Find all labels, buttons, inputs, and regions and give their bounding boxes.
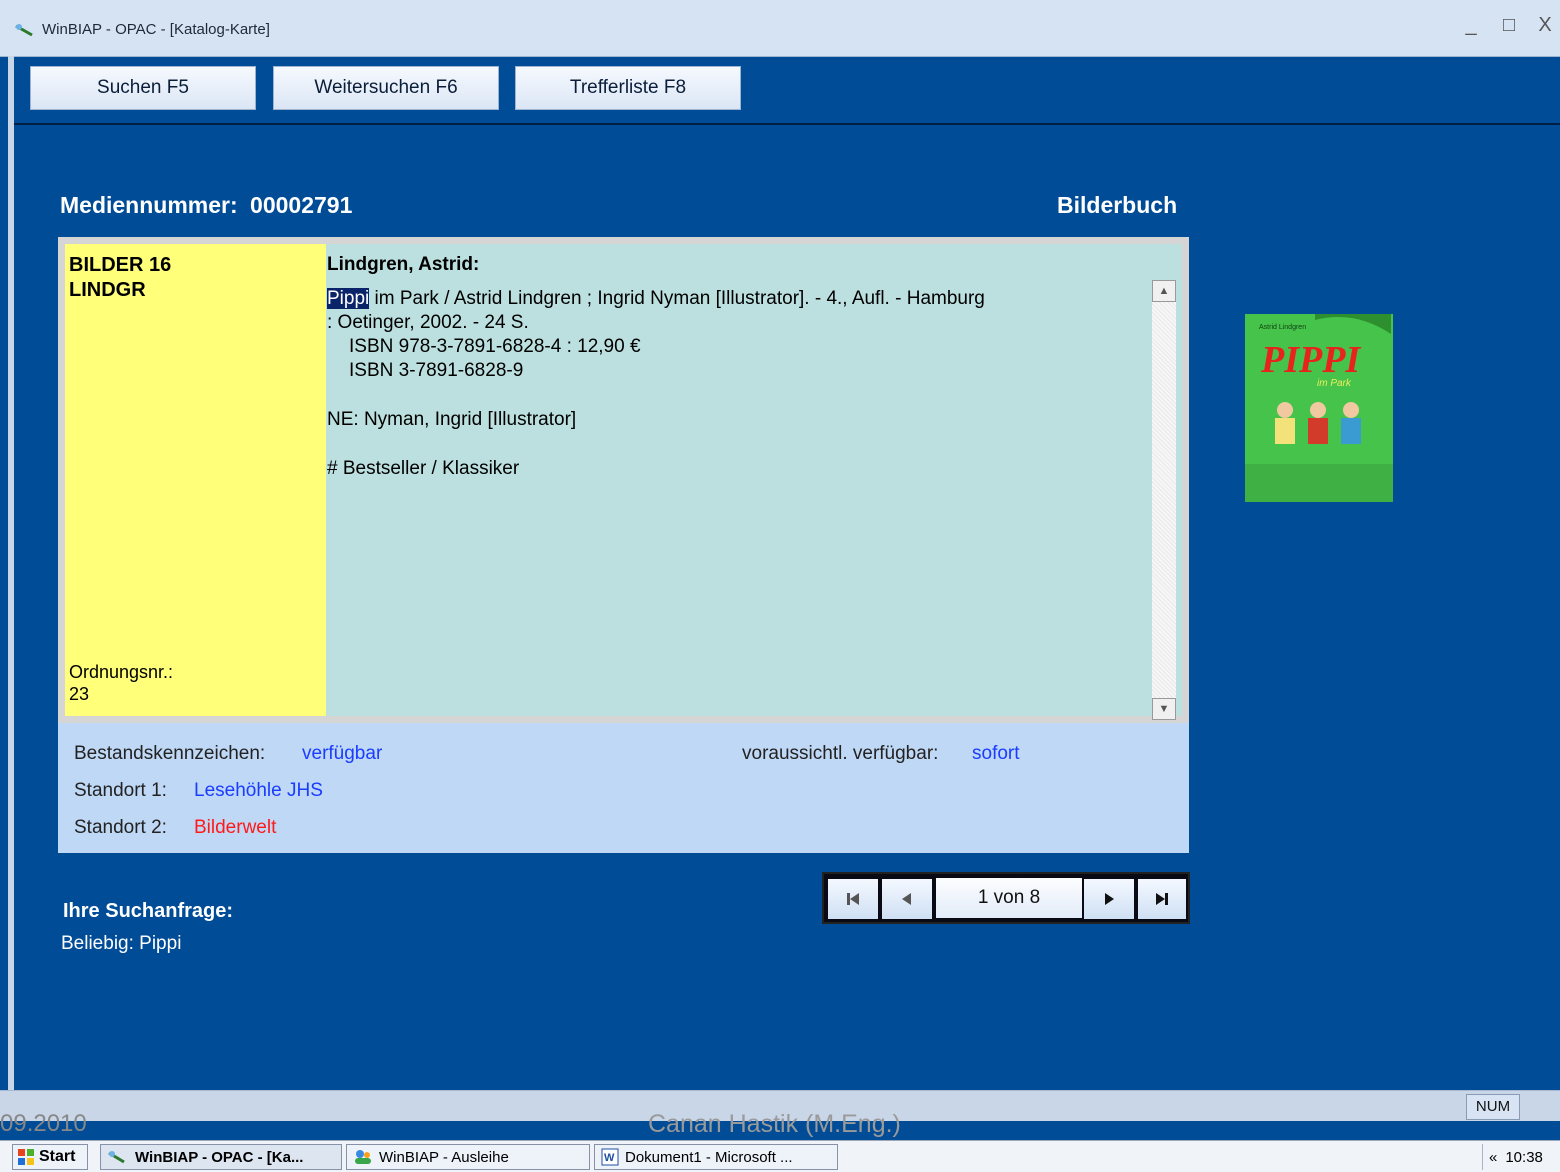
expected-value: sofort [972, 743, 1020, 764]
location-1-label: Standort 1: [74, 780, 167, 801]
media-type: Bilderbuch [1057, 192, 1178, 218]
cover-title: PIPPI [1260, 339, 1361, 381]
opac-app-icon [108, 1151, 125, 1164]
availability-panel: Bestandskennzeichen: verfügbar voraussic… [58, 723, 1189, 853]
start-button[interactable]: Start [12, 1144, 88, 1170]
location-1-value: Lesehöhle JHS [194, 780, 323, 801]
scroll-down-icon[interactable]: ▼ [1152, 698, 1176, 720]
task-ausleihe-label: WinBIAP - Ausleihe [379, 1148, 509, 1166]
start-label: Start [39, 1148, 76, 1165]
cover-illustration: PIPPI Astrid Lindgren im Park [1245, 314, 1393, 502]
close-button[interactable]: X [1530, 14, 1560, 37]
num-lock-indicator: NUM [1466, 1094, 1520, 1120]
cover-subtitle: im Park [1317, 378, 1352, 389]
catalog-card-inner: BILDER 16 LINDGR Ordnungsnr.: 23 Lindgre… [65, 244, 1182, 720]
search-button[interactable]: Suchen F5 [30, 66, 256, 110]
task-opac[interactable]: WinBIAP - OPAC - [Ka... [100, 1144, 342, 1170]
publisher-line: : Oetinger, 2002. - 24 S. [327, 312, 529, 333]
media-number-value: 00002791 [250, 192, 353, 218]
status-label: Bestandskennzeichen: [74, 743, 266, 764]
isbn-line-1: ISBN 978-3-7891-6828-4 : 12,90 € [349, 336, 641, 357]
tray-expand-icon[interactable]: « [1489, 1149, 1497, 1166]
users-icon [355, 1150, 371, 1164]
media-number-label: Mediennummer: [60, 192, 238, 218]
slide-date: 09.2010 [0, 1110, 87, 1137]
order-value: 23 [69, 684, 90, 704]
catalog-card: BILDER 16 LINDGR Ordnungsnr.: 23 Lindgre… [58, 237, 1189, 723]
window-title: WinBIAP - OPAC - [Katalog-Karte] [42, 21, 270, 38]
scroll-up-icon[interactable]: ▲ [1152, 280, 1176, 302]
title-rest: im Park / Astrid Lindgren ; Ingrid Nyman… [369, 288, 985, 309]
location-2-label: Standort 2: [74, 817, 167, 838]
last-icon [1156, 893, 1168, 905]
task-ausleihe[interactable]: WinBIAP - Ausleihe [346, 1144, 590, 1170]
title-line: Pippi im Park / Astrid Lindgren ; Ingrid… [327, 287, 985, 311]
cover-author: Astrid Lindgren [1259, 324, 1306, 331]
status-value: verfügbar [302, 743, 383, 764]
toolbar: Suchen F5 Weitersuchen F6 Trefferliste F… [14, 58, 1560, 122]
task-opac-label: WinBIAP - OPAC - [Ka... [135, 1148, 304, 1166]
query-value: Beliebig: Pippi [61, 933, 182, 954]
search-highlight: Pippi [327, 288, 370, 309]
previous-record-button[interactable] [882, 879, 932, 919]
last-record-button[interactable] [1138, 879, 1186, 919]
svg-text:W: W [604, 1152, 615, 1164]
ne-line: NE: Nyman, Ingrid [Illustrator] [327, 409, 577, 430]
expected-label: voraussichtl. verfügbar: [742, 743, 939, 764]
media-number-heading: Mediennummer: 00002791 [60, 192, 352, 219]
continue-search-button[interactable]: Weitersuchen F6 [273, 66, 499, 110]
word-document-icon: W [601, 1148, 619, 1166]
task-word[interactable]: W Dokument1 - Microsoft ... [594, 1144, 838, 1170]
app-icon [15, 24, 33, 37]
book-cover-image: PIPPI Astrid Lindgren im Park [1245, 314, 1393, 502]
minimize-button[interactable]: _ [1456, 14, 1486, 37]
tag-line: # Bestseller / Klassiker [327, 458, 520, 479]
location-2-value: Bilderwelt [194, 817, 277, 838]
hitlist-button[interactable]: Trefferliste F8 [515, 66, 741, 110]
task-word-label: Dokument1 - Microsoft ... [625, 1148, 793, 1166]
record-navigator: 1 von 8 [822, 872, 1190, 924]
first-record-button[interactable] [828, 879, 878, 919]
clock: 10:38 [1505, 1148, 1543, 1166]
slide-author: Canan Hastik (M.Eng.) [648, 1110, 901, 1138]
isbn-line-2: ISBN 3-7891-6828-9 [349, 360, 524, 381]
query-title: Ihre Suchanfrage: [63, 900, 234, 922]
taskbar: Start WinBIAP - OPAC - [Ka... WinBIAP - … [0, 1140, 1560, 1172]
previous-icon [902, 893, 911, 905]
title-bar: WinBIAP - OPAC - [Katalog-Karte] _ □ X [0, 0, 1560, 57]
window-border [8, 56, 14, 1090]
first-icon [847, 893, 859, 905]
vertical-scrollbar[interactable]: ▲ ▼ [1152, 280, 1176, 720]
record-text: Lindgren, Astrid: Pippi im Park / Astrid… [326, 244, 1153, 716]
author-heading: Lindgren, Astrid: [327, 254, 480, 275]
toolbar-divider [14, 123, 1560, 125]
record-counter: 1 von 8 [936, 878, 1082, 918]
next-record-button[interactable] [1084, 879, 1134, 919]
windows-logo-icon [18, 1149, 34, 1165]
next-icon [1105, 893, 1114, 905]
system-tray: « 10:38 [1482, 1144, 1560, 1170]
maximize-button[interactable]: □ [1494, 14, 1524, 37]
signature-panel: BILDER 16 LINDGR Ordnungsnr.: 23 [65, 244, 326, 716]
signature-line-2: LINDGR [69, 279, 146, 301]
signature-line-1: BILDER 16 [69, 254, 172, 276]
order-label: Ordnungsnr.: [69, 662, 174, 682]
